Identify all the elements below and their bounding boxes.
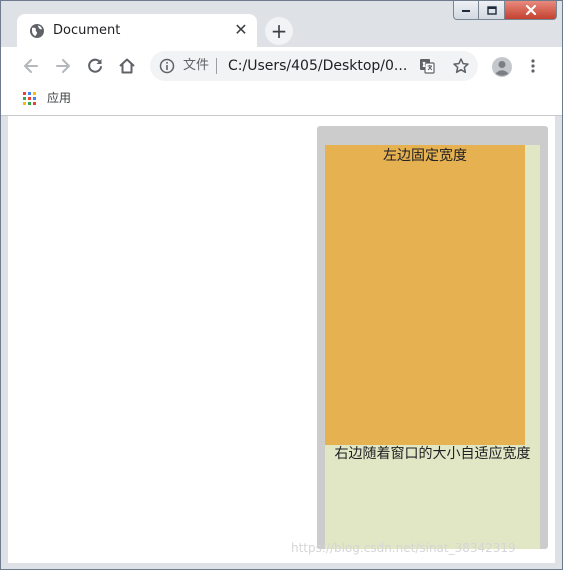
kebab-menu-icon[interactable] xyxy=(525,58,541,74)
back-arrow-icon[interactable] xyxy=(21,56,41,76)
toolbar: 文件 C:/Users/405/Desktop/0... xyxy=(1,47,562,85)
translate-icon[interactable] xyxy=(419,58,435,74)
right-adaptive-panel: 左边固定宽度 右边随着窗口的大小自适应宽度 xyxy=(325,145,540,549)
omnibox-divider xyxy=(216,58,217,74)
address-bar[interactable]: 文件 C:/Users/405/Desktop/0... xyxy=(150,51,478,81)
tab-strip: Document ✕ + xyxy=(1,1,562,47)
browser-window: Document ✕ + 文件 C:/Users/405/Desktop/0..… xyxy=(0,0,563,570)
bookmarks-bar: 应用 xyxy=(1,85,562,116)
right-panel-text: 右边随着窗口的大小自适应宽度 xyxy=(334,446,531,462)
left-panel-text: 左边固定宽度 xyxy=(383,148,467,164)
globe-icon xyxy=(29,23,45,39)
new-tab-button[interactable]: + xyxy=(265,17,293,45)
window-close-icon xyxy=(525,5,536,15)
watermark: https://blog.csdn.net/sinat_38342319 xyxy=(291,541,516,555)
scheme-label: 文件 xyxy=(183,58,210,73)
home-icon[interactable] xyxy=(117,56,137,76)
layout-container: 左边固定宽度 右边随着窗口的大小自适应宽度 xyxy=(317,126,548,549)
profile-avatar-icon[interactable] xyxy=(491,56,513,78)
page-viewport: 左边固定宽度 右边随着窗口的大小自适应宽度 https://blog.csdn.… xyxy=(8,116,555,563)
tab-document[interactable]: Document ✕ xyxy=(17,14,257,47)
forward-arrow-icon[interactable] xyxy=(53,56,73,76)
maximize-icon xyxy=(486,5,497,15)
minimize-icon xyxy=(462,10,470,12)
left-fixed-panel: 左边固定宽度 xyxy=(325,145,525,445)
tab-title: Document xyxy=(53,23,121,38)
maximize-button[interactable] xyxy=(479,1,505,20)
window-controls xyxy=(453,1,557,21)
minimize-button[interactable] xyxy=(453,1,479,20)
bookmark-star-icon[interactable] xyxy=(452,57,470,75)
url-text[interactable]: C:/Users/405/Desktop/0... xyxy=(228,58,407,74)
info-icon[interactable] xyxy=(159,58,175,74)
apps-bookmark-label[interactable]: 应用 xyxy=(47,90,71,106)
close-icon[interactable]: ✕ xyxy=(233,22,249,38)
window-close-button[interactable] xyxy=(505,1,557,20)
apps-grid-icon[interactable] xyxy=(23,91,37,105)
reload-icon[interactable] xyxy=(85,56,105,76)
